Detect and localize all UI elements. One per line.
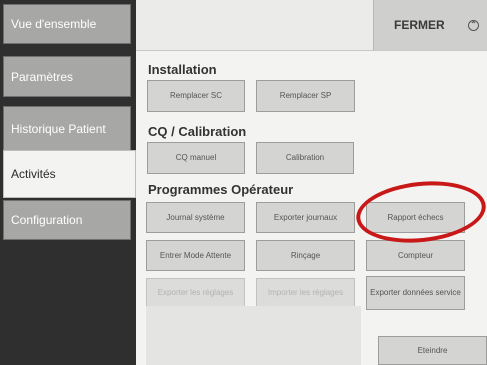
section-title-operator-programs: Programmes Opérateur xyxy=(148,182,294,197)
export-settings-button[interactable]: Exporter les réglages xyxy=(146,278,245,308)
calibration-button[interactable]: Calibration xyxy=(256,142,354,174)
chevron-up-icon: ⌃ xyxy=(468,20,479,31)
sidebar-item-activities[interactable]: Activités xyxy=(3,150,136,198)
sidebar: Vue d'ensemble Paramètres Historique Pat… xyxy=(0,0,136,365)
section-title-installation: Installation xyxy=(148,62,217,77)
manual-qc-button[interactable]: CQ manuel xyxy=(147,142,245,174)
top-bar: FERMER ⌃ xyxy=(136,0,487,51)
power-off-button[interactable]: Eteindre xyxy=(378,336,487,365)
failure-report-button[interactable]: Rapport échecs xyxy=(366,202,465,233)
sidebar-item-overview[interactable]: Vue d'ensemble xyxy=(3,4,131,44)
screen: Vue d'ensemble Paramètres Historique Pat… xyxy=(0,0,487,365)
replace-sp-button[interactable]: Remplacer SP xyxy=(256,80,355,112)
counter-button[interactable]: Compteur xyxy=(366,240,465,271)
rinse-button[interactable]: Rinçage xyxy=(256,240,355,271)
sidebar-item-patient-history[interactable]: Historique Patient xyxy=(3,106,131,151)
system-log-button[interactable]: Journal système xyxy=(146,202,245,233)
replace-sc-button[interactable]: Remplacer SC xyxy=(147,80,245,112)
sidebar-item-parameters[interactable]: Paramètres xyxy=(3,56,131,97)
section-title-qc-calibration: CQ / Calibration xyxy=(148,124,247,139)
enter-standby-button[interactable]: Entrer Mode Attente xyxy=(146,240,245,271)
close-button[interactable]: FERMER ⌃ xyxy=(373,0,487,50)
export-service-data-button[interactable]: Exporter données service xyxy=(366,276,465,310)
bottom-panel xyxy=(146,306,361,365)
export-logs-button[interactable]: Exporter journaux xyxy=(256,202,355,233)
sidebar-item-configuration[interactable]: Configuration xyxy=(3,200,131,240)
close-label: FERMER xyxy=(394,18,445,32)
import-settings-button[interactable]: Importer les réglages xyxy=(256,278,355,308)
